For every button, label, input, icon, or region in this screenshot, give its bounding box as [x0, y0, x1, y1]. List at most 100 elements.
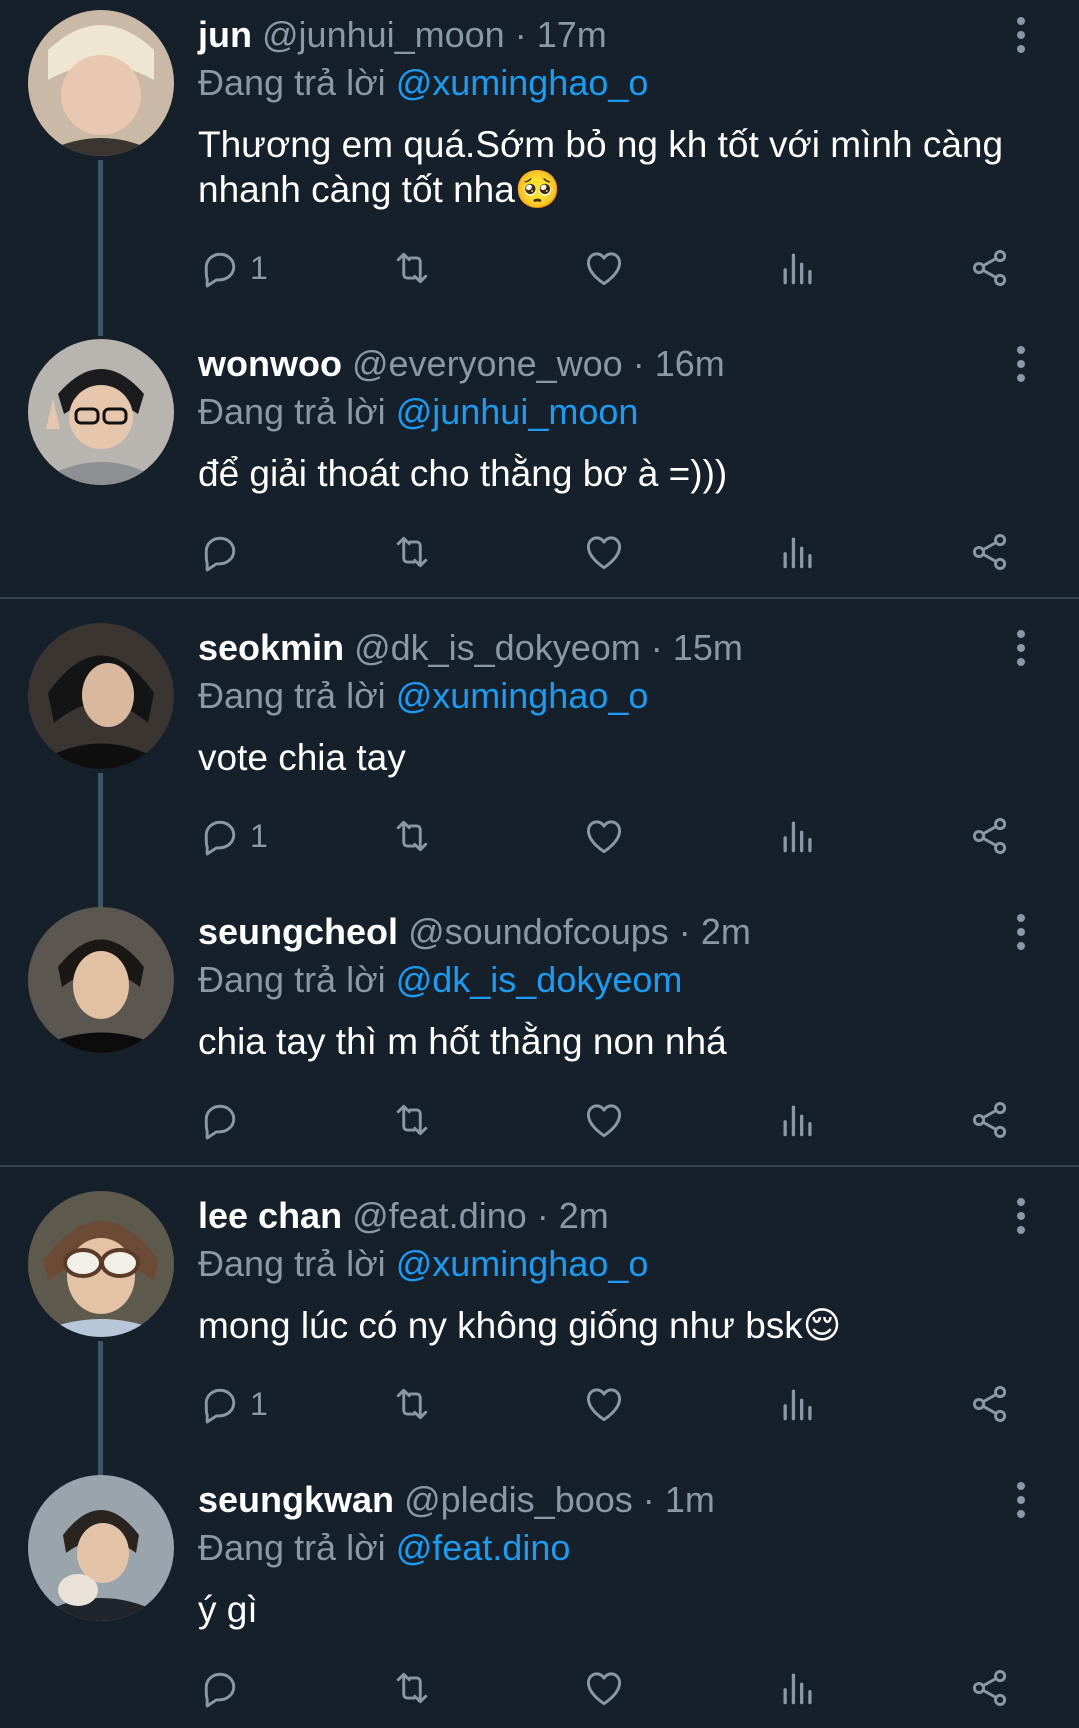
replying-label: Đang trả lời	[198, 1243, 386, 1284]
more-options-icon[interactable]	[1005, 1194, 1037, 1238]
retweet-button[interactable]	[390, 811, 434, 861]
retweet-button[interactable]	[390, 1095, 434, 1145]
avatar[interactable]	[28, 1191, 174, 1337]
conversation-divider	[0, 597, 1079, 599]
reply-icon	[204, 252, 236, 288]
more-options-icon[interactable]	[1005, 342, 1037, 386]
reply-button[interactable]	[198, 1095, 250, 1145]
views-button[interactable]	[776, 811, 820, 861]
action-bar: 1	[198, 1379, 1018, 1429]
avatar[interactable]	[28, 339, 174, 485]
reply-button[interactable]: 1	[198, 243, 268, 293]
user-handle[interactable]: @soundofcoups	[408, 911, 669, 952]
reply-icon	[204, 1388, 236, 1424]
replying-to: Đang trả lời @xuminghao_o	[198, 674, 648, 718]
avatar-photo-icon	[28, 1475, 174, 1621]
display-name[interactable]: seungkwan	[198, 1479, 394, 1520]
share-icon	[972, 1386, 1007, 1422]
more-options-icon[interactable]	[1005, 1478, 1037, 1522]
tweet-text: để giải thoát cho thằng bơ à =)))	[198, 453, 728, 494]
mention-link[interactable]: @dk_is_dokyeom	[396, 959, 683, 1000]
more-options-icon[interactable]	[1005, 13, 1037, 57]
share-button[interactable]	[968, 243, 1012, 293]
mention-link[interactable]: @xuminghao_o	[396, 62, 649, 103]
retweet-button[interactable]	[390, 527, 434, 577]
timestamp[interactable]: 1m	[665, 1479, 715, 1520]
retweet-button[interactable]	[390, 1379, 434, 1429]
like-button[interactable]	[582, 527, 626, 577]
avatar[interactable]	[28, 1475, 174, 1621]
tweet-header: seokmin @dk_is_dokyeom · 15m	[198, 626, 989, 670]
retweet-button[interactable]	[390, 1663, 434, 1713]
action-bar	[198, 527, 1018, 577]
avatar[interactable]	[28, 10, 174, 156]
action-bar: 1	[198, 243, 1018, 293]
user-handle[interactable]: @junhui_moon	[262, 14, 505, 55]
display-name[interactable]: seungcheol	[198, 911, 398, 952]
avatar[interactable]	[28, 907, 174, 1053]
views-button[interactable]	[776, 1095, 820, 1145]
tweet-header: seungkwan @pledis_boos · 1m	[198, 1478, 989, 1522]
user-handle[interactable]: @pledis_boos	[404, 1479, 633, 1520]
views-button[interactable]	[776, 1663, 820, 1713]
retweet-button[interactable]	[390, 243, 434, 293]
like-button[interactable]	[582, 811, 626, 861]
views-icon	[783, 537, 812, 569]
replying-to: Đang trả lời @xuminghao_o	[198, 1242, 648, 1286]
avatar[interactable]	[28, 623, 174, 769]
reply-count: 1	[250, 249, 268, 286]
separator: ·	[678, 911, 691, 952]
user-handle[interactable]: @dk_is_dokyeom	[354, 627, 641, 668]
like-button[interactable]	[582, 1663, 626, 1713]
retweet-icon	[396, 1388, 428, 1420]
share-button[interactable]	[968, 1379, 1012, 1429]
action-bar	[198, 1095, 1018, 1145]
user-handle[interactable]: @feat.dino	[352, 1195, 527, 1236]
mention-link[interactable]: @feat.dino	[396, 1527, 571, 1568]
timestamp[interactable]: 16m	[655, 343, 725, 384]
display-name[interactable]: jun	[198, 14, 252, 55]
replying-label: Đang trả lời	[198, 62, 386, 103]
reply-button[interactable]	[198, 527, 250, 577]
share-icon	[972, 250, 1007, 286]
mention-link[interactable]: @junhui_moon	[396, 391, 639, 432]
display-name[interactable]: lee chan	[198, 1195, 342, 1236]
more-options-icon[interactable]	[1005, 910, 1037, 954]
share-button[interactable]	[968, 1663, 1012, 1713]
views-button[interactable]	[776, 243, 820, 293]
tweet-header: jun @junhui_moon · 17m	[198, 13, 989, 57]
tweet-header: seungcheol @soundofcoups · 2m	[198, 910, 989, 954]
replying-label: Đang trả lời	[198, 391, 386, 432]
tweet-header: lee chan @feat.dino · 2m	[198, 1194, 989, 1238]
reply-button[interactable]	[198, 1663, 250, 1713]
replying-to: Đang trả lời @feat.dino	[198, 1526, 570, 1570]
retweet-icon	[396, 536, 428, 568]
like-button[interactable]	[582, 1379, 626, 1429]
like-button[interactable]	[582, 1095, 626, 1145]
views-icon	[783, 821, 812, 853]
views-button[interactable]	[776, 527, 820, 577]
display-name[interactable]: wonwoo	[198, 343, 342, 384]
share-button[interactable]	[968, 1095, 1012, 1145]
timestamp[interactable]: 2m	[701, 911, 751, 952]
views-icon	[783, 253, 812, 285]
action-bar: 1	[198, 811, 1018, 861]
display-name[interactable]: seokmin	[198, 627, 344, 668]
reply-icon	[204, 536, 236, 572]
timestamp[interactable]: 17m	[537, 14, 607, 55]
share-button[interactable]	[968, 527, 1012, 577]
timestamp[interactable]: 15m	[673, 627, 743, 668]
reply-button[interactable]: 1	[198, 1379, 268, 1429]
user-handle[interactable]: @everyone_woo	[352, 343, 623, 384]
mention-link[interactable]: @xuminghao_o	[396, 675, 649, 716]
reply-count: 1	[250, 817, 268, 854]
like-icon	[586, 1388, 622, 1422]
mention-link[interactable]: @xuminghao_o	[396, 1243, 649, 1284]
share-button[interactable]	[968, 811, 1012, 861]
avatar-photo-icon	[28, 10, 174, 156]
more-options-icon[interactable]	[1005, 626, 1037, 670]
reply-button[interactable]: 1	[198, 811, 268, 861]
like-button[interactable]	[582, 243, 626, 293]
views-button[interactable]	[776, 1379, 820, 1429]
timestamp[interactable]: 2m	[559, 1195, 609, 1236]
